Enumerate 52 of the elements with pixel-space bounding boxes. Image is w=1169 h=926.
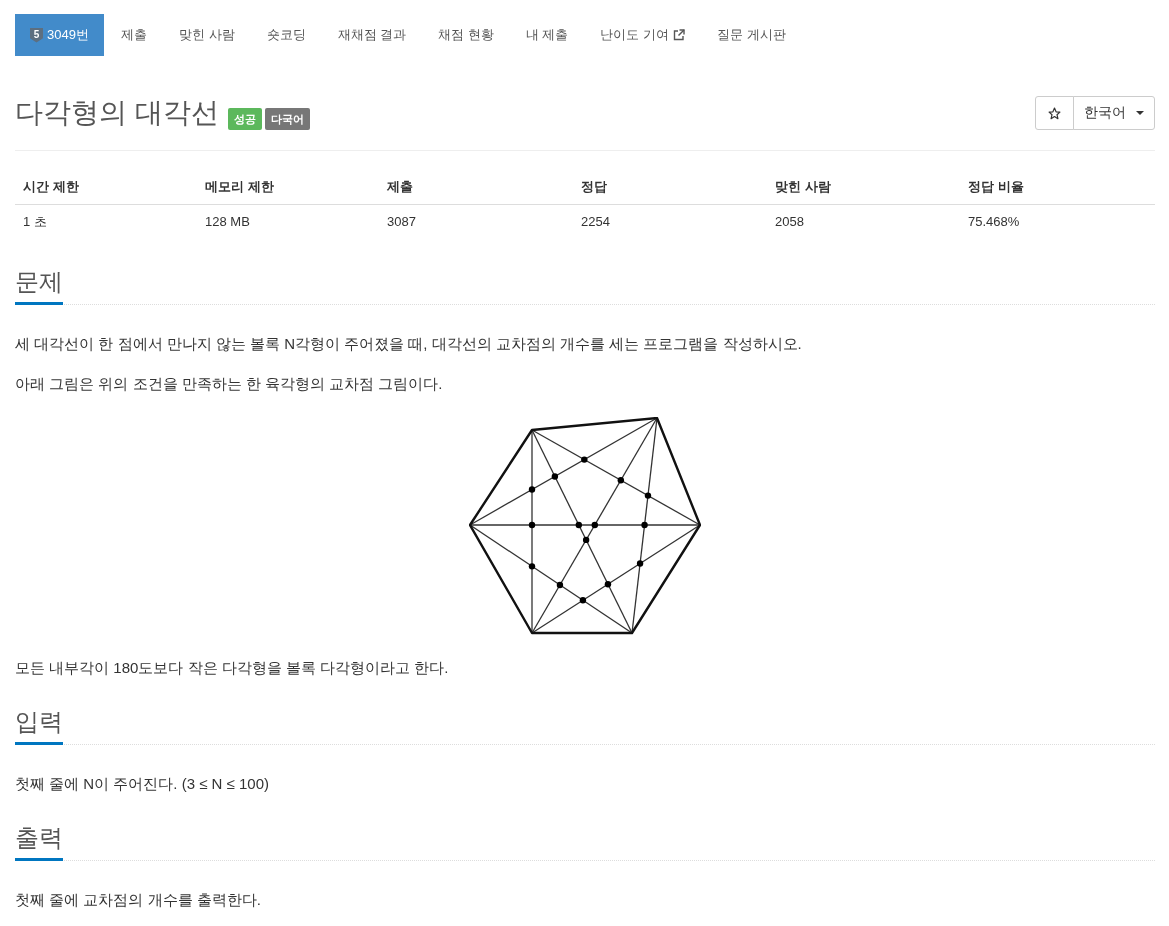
column-header: 정답 <box>573 170 767 205</box>
intersection-dot <box>551 473 559 480</box>
section-heading: 출력 <box>15 823 63 861</box>
section-heading: 문제 <box>15 267 63 305</box>
intersection-dot <box>528 486 536 493</box>
table-cell: 128 MB <box>197 204 379 239</box>
status-label: 다국어 <box>264 108 310 130</box>
status-label: 성공 <box>227 108 262 130</box>
nav-tab[interactable]: 질문 게시판 <box>702 14 801 56</box>
section-heading: 입력 <box>15 707 63 745</box>
intersection-dot <box>579 597 587 604</box>
paragraph: 첫째 줄에 교차점의 개수를 출력한다. <box>15 890 262 910</box>
problem-title: 다각형의 대각선 <box>15 96 219 130</box>
paragraph: 아래 그림은 위의 조건을 만족하는 한 육각형의 교차점 그림이다. <box>15 374 444 394</box>
intersection-dot <box>581 456 588 463</box>
column-header: 메모리 제한 <box>197 170 379 205</box>
table-cell: 2254 <box>573 204 767 239</box>
paragraph: 첫째 줄에 N이 주어진다. (3 ≤ N ≤ 100) <box>15 774 270 794</box>
language-dropdown[interactable]: 한국어 <box>1073 96 1155 130</box>
nav-tab[interactable]: 맞힌 사람 <box>163 14 250 56</box>
intersection-dot <box>617 477 624 484</box>
nav-tab[interactable]: 내 제출 <box>510 14 584 56</box>
intersection-dot <box>528 521 536 529</box>
intersection-dot <box>641 521 648 529</box>
intersection-dot <box>582 536 590 544</box>
nav-tab[interactable]: 난이도 기여 <box>585 14 701 56</box>
column-header: 제출 <box>379 170 573 205</box>
nav-tab[interactable]: 숏코딩 <box>251 14 321 56</box>
nav-tab[interactable]: 5 3049번 <box>15 14 104 56</box>
intersection-dot <box>591 521 598 529</box>
column-header: 시간 제한 <box>15 170 197 205</box>
nav-tab[interactable]: 제출 <box>105 14 162 56</box>
intersection-dot <box>556 581 564 589</box>
caret-icon <box>1136 111 1144 115</box>
paragraph: 세 대각선이 한 점에서 만나지 않는 볼록 N각형이 주어졌을 때, 대각선의 교차점의 개수를 세는 프로그램을 작성하시오. <box>15 334 803 354</box>
intersection-dot <box>644 492 652 499</box>
tier-badge: 5 <box>30 27 43 43</box>
table-cell: 2058 <box>767 204 960 239</box>
table-cell: 3087 <box>379 204 573 239</box>
intersection-dot <box>636 560 644 567</box>
paragraph: 모든 내부각이 180도보다 작은 다각형을 볼록 다각형이라고 한다. <box>15 658 450 678</box>
intersection-dot <box>604 581 612 588</box>
star-icon <box>1048 106 1061 120</box>
column-header: 정답 비율 <box>960 170 1155 205</box>
intersection-dot <box>528 563 536 570</box>
table-cell: 75.468% <box>960 204 1155 239</box>
nav-tab[interactable]: 채점 현황 <box>423 14 509 56</box>
favorite-button[interactable] <box>1035 96 1074 130</box>
intersection-dot <box>575 521 582 529</box>
column-header: 맞힌 사람 <box>767 170 960 205</box>
nav-tab[interactable]: 재채점 결과 <box>322 14 422 56</box>
table-cell: 1 초 <box>15 204 197 239</box>
